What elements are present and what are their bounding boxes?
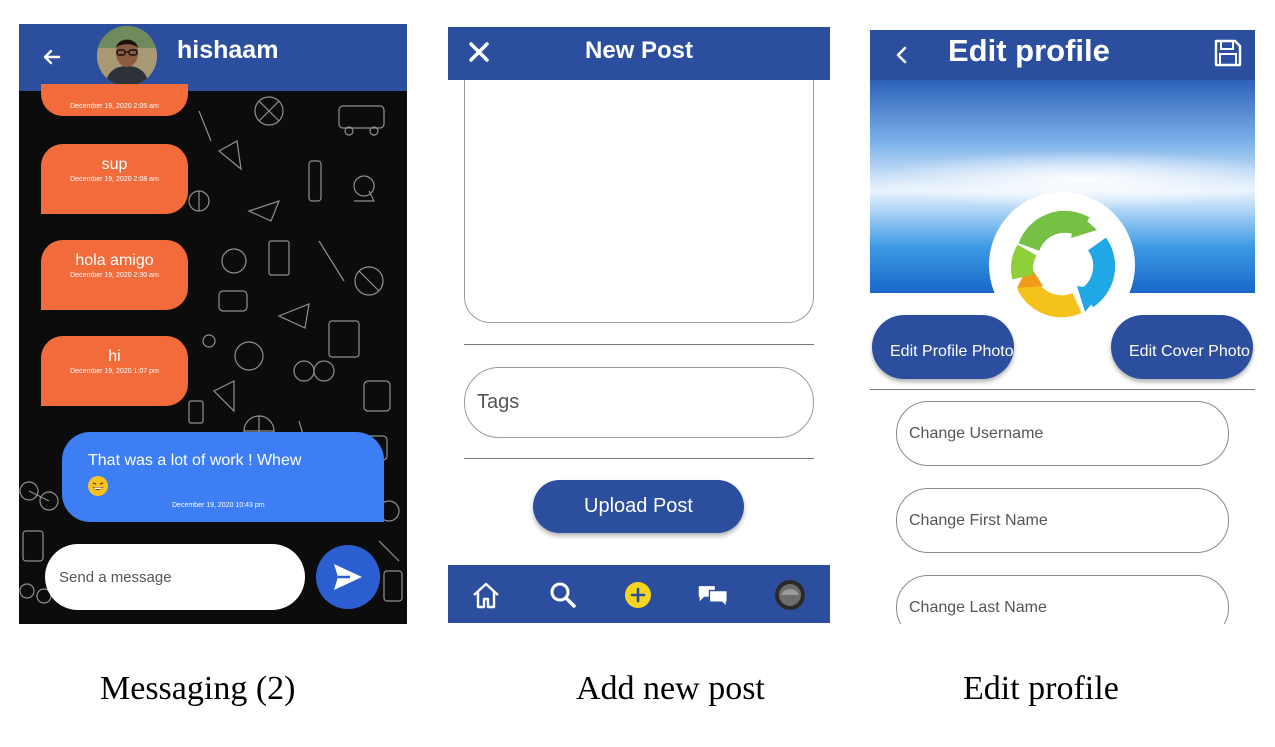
sent-message-bubble: That was a lot of work ! Whew December 1… bbox=[62, 432, 384, 522]
save-icon[interactable] bbox=[1213, 38, 1243, 68]
chat-header: hishaam bbox=[19, 24, 407, 91]
chevron-left-icon[interactable] bbox=[890, 40, 914, 70]
message-bubble: sup December 19, 2020 2:08 am bbox=[41, 144, 188, 214]
message-text: hola amigo bbox=[75, 252, 154, 269]
contact-name: hishaam bbox=[177, 36, 279, 64]
message-text: hi bbox=[108, 348, 121, 365]
add-post-icon[interactable] bbox=[622, 579, 654, 611]
bottom-nav-bar bbox=[448, 565, 830, 623]
first-name-field[interactable] bbox=[896, 488, 1229, 553]
message-time: December 19, 2020 10:43 pm bbox=[172, 502, 265, 509]
home-icon[interactable] bbox=[470, 579, 502, 611]
profile-avatar-icon[interactable] bbox=[774, 579, 806, 611]
divider bbox=[870, 389, 1255, 390]
send-button[interactable] bbox=[316, 545, 380, 609]
message-text: sup bbox=[101, 156, 128, 173]
edit-profile-header: Edit profile bbox=[870, 30, 1255, 80]
last-name-field[interactable] bbox=[896, 575, 1229, 624]
caption-messaging: Messaging (2) bbox=[100, 670, 296, 707]
divider bbox=[464, 458, 814, 459]
message-time: December 19, 2020 2:30 am bbox=[70, 272, 159, 279]
back-arrow-icon[interactable] bbox=[37, 42, 67, 72]
contact-avatar[interactable] bbox=[97, 26, 157, 86]
profile-photo bbox=[989, 192, 1135, 338]
message-input[interactable] bbox=[45, 544, 305, 610]
upload-post-button[interactable]: Upload Post bbox=[533, 480, 744, 533]
caption-edit-profile: Edit profile bbox=[963, 670, 1119, 707]
new-post-screen: New Post Upload Post bbox=[448, 27, 830, 623]
edit-cover-photo-button[interactable]: Edit Cover Photo bbox=[1111, 315, 1253, 379]
chat-bubbles-icon[interactable] bbox=[697, 579, 729, 611]
message-time: December 19, 2020 2:05 am bbox=[70, 103, 159, 110]
page-title: New Post bbox=[584, 37, 694, 64]
divider bbox=[464, 344, 814, 345]
message-time: December 19, 2020 2:08 am bbox=[70, 176, 159, 183]
messaging-screen: hishaam December 19, 2020 2:05 am sup De… bbox=[19, 24, 407, 624]
message-bubble: December 19, 2020 2:05 am bbox=[41, 84, 188, 116]
message-text: That was a lot of work ! Whew bbox=[88, 452, 302, 469]
message-bubble: hi December 19, 2020 1:07 pm bbox=[41, 336, 188, 406]
new-post-header: New Post bbox=[448, 27, 830, 80]
page-title: Edit profile bbox=[948, 33, 1110, 68]
caption-add-new-post: Add new post bbox=[576, 670, 765, 707]
grinning-emoji-icon bbox=[88, 476, 108, 496]
search-icon[interactable] bbox=[547, 579, 579, 611]
username-field[interactable] bbox=[896, 401, 1229, 466]
tags-input[interactable] bbox=[464, 367, 814, 438]
refresh-arrows-icon bbox=[1011, 210, 1116, 318]
message-time: December 19, 2020 1:07 pm bbox=[70, 368, 159, 375]
message-bubble: hola amigo December 19, 2020 2:30 am bbox=[41, 240, 188, 310]
edit-profile-photo-button[interactable]: Edit Profile Photo bbox=[872, 315, 1014, 379]
edit-profile-screen: Edit profile Edit Profile Photo Edit Cov… bbox=[870, 30, 1255, 624]
post-content-area[interactable] bbox=[464, 63, 814, 323]
send-icon bbox=[334, 564, 362, 590]
